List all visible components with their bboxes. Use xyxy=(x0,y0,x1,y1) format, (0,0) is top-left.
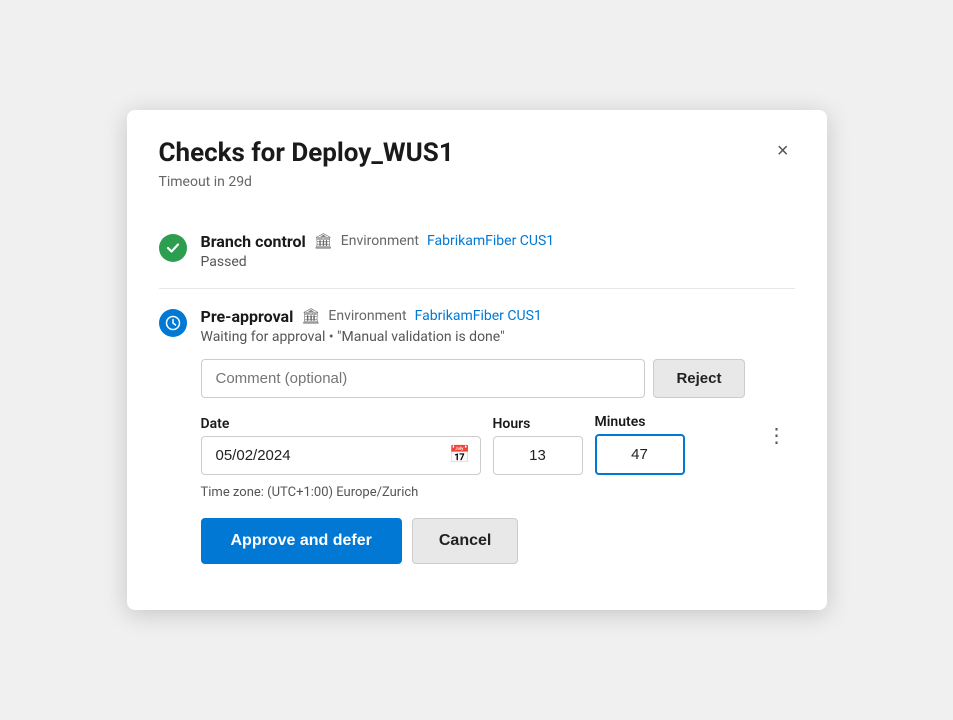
date-time-row: Date 📅 Hours Minutes xyxy=(201,414,745,475)
pre-approval-env-prefix: Environment xyxy=(328,308,406,324)
modal-subtitle: Timeout in 29d xyxy=(159,174,454,190)
branch-control-title-row: Branch control 🏛 Environment FabrikamFib… xyxy=(201,232,795,251)
minutes-label: Minutes xyxy=(595,414,685,430)
date-input[interactable] xyxy=(201,436,481,475)
comment-input[interactable] xyxy=(201,359,646,398)
pre-approval-more-button[interactable]: ⋮ xyxy=(759,421,795,450)
hours-field-group: Hours xyxy=(493,416,583,475)
modal-title: Checks for Deploy_WUS1 xyxy=(159,138,454,169)
pre-approval-env-icon: 🏛 xyxy=(301,307,320,325)
date-field-group: Date 📅 xyxy=(201,416,481,475)
minutes-input[interactable] xyxy=(595,434,685,475)
hours-label: Hours xyxy=(493,416,583,432)
cancel-button[interactable]: Cancel xyxy=(412,518,518,564)
close-button[interactable]: × xyxy=(771,138,795,165)
comment-reject-row: Reject xyxy=(201,359,745,398)
approve-defer-button[interactable]: Approve and defer xyxy=(201,518,402,564)
reject-button[interactable]: Reject xyxy=(653,359,744,398)
pre-approval-env-link[interactable]: FabrikamFiber CUS1 xyxy=(415,308,542,324)
approval-controls: Reject Date 📅 Hours M xyxy=(201,359,745,564)
pre-approval-section: Pre-approval 🏛 Environment FabrikamFiber… xyxy=(159,288,795,582)
branch-control-env-icon: 🏛 xyxy=(314,232,333,250)
action-row: Approve and defer Cancel xyxy=(201,518,745,564)
modal-title-group: Checks for Deploy_WUS1 Timeout in 29d xyxy=(159,138,454,209)
branch-control-env-link[interactable]: FabrikamFiber CUS1 xyxy=(427,233,554,249)
date-label: Date xyxy=(201,416,481,432)
date-input-wrap: 📅 xyxy=(201,436,481,475)
branch-control-name: Branch control xyxy=(201,232,306,251)
branch-control-section: Branch control 🏛 Environment FabrikamFib… xyxy=(159,214,795,288)
branch-control-content: Branch control 🏛 Environment FabrikamFib… xyxy=(201,232,795,270)
branch-control-status-icon xyxy=(159,234,187,262)
modal-header: Checks for Deploy_WUS1 Timeout in 29d × xyxy=(159,138,795,209)
pre-approval-name: Pre-approval xyxy=(201,307,294,326)
modal-container: Checks for Deploy_WUS1 Timeout in 29d × … xyxy=(127,110,827,609)
pre-approval-status-icon xyxy=(159,309,187,337)
pre-approval-title-row: Pre-approval 🏛 Environment FabrikamFiber… xyxy=(201,307,745,326)
minutes-field-group: Minutes xyxy=(595,414,685,475)
hours-input[interactable] xyxy=(493,436,583,475)
timezone-text: Time zone: (UTC+1:00) Europe/Zurich xyxy=(201,485,745,500)
branch-control-env-prefix: Environment xyxy=(341,233,419,249)
branch-control-status: Passed xyxy=(201,254,795,270)
pre-approval-status: Waiting for approval • "Manual validatio… xyxy=(201,329,745,345)
pre-approval-content: Pre-approval 🏛 Environment FabrikamFiber… xyxy=(201,307,745,564)
